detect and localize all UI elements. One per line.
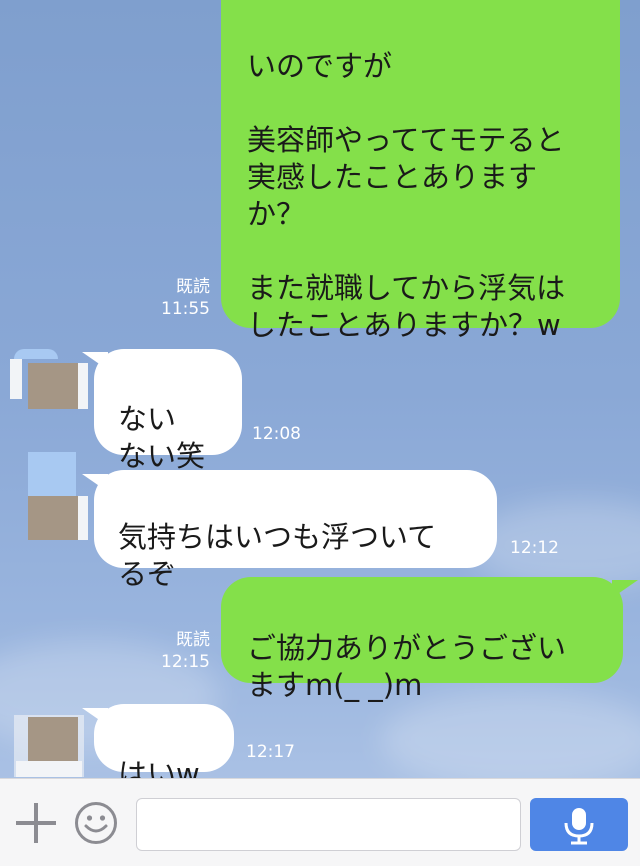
message-time: 12:15 bbox=[161, 652, 210, 672]
message-time: 11:55 bbox=[161, 299, 210, 319]
message-bubble[interactable]: ない ない笑 bbox=[94, 349, 242, 473]
read-status: 既読 bbox=[176, 630, 210, 650]
avatar[interactable] bbox=[8, 345, 88, 415]
message-bubble[interactable]: 気持ちはいつも浮ついて るぞ bbox=[94, 470, 497, 591]
message-meta: 既読 12:15 bbox=[140, 629, 210, 673]
plus-icon[interactable] bbox=[16, 803, 56, 843]
message-bubble[interactable]: はいw bbox=[94, 704, 234, 778]
message-time: 12:08 bbox=[252, 424, 301, 444]
read-status: 既読 bbox=[176, 277, 210, 297]
avatar[interactable] bbox=[8, 705, 84, 777]
smiley-icon[interactable] bbox=[74, 801, 118, 845]
message-time: 12:12 bbox=[510, 538, 559, 558]
background-cloud bbox=[380, 690, 640, 778]
voice-button[interactable] bbox=[530, 798, 628, 851]
message-text: はいw bbox=[118, 757, 200, 778]
message-bubble[interactable]: いのですが 美容師やっててモテると 実感したことありますか？ また就職してから浮… bbox=[221, 0, 620, 342]
message-meta: 既読 11:55 bbox=[140, 276, 210, 320]
message-input[interactable] bbox=[136, 798, 521, 851]
message-bubble[interactable]: ご協力ありがとうござい ますm(_ _)m bbox=[221, 577, 623, 702]
avatar[interactable] bbox=[8, 452, 88, 540]
message-time: 12:17 bbox=[246, 742, 295, 762]
chat-area[interactable]: いのですが 美容師やっててモテると 実感したことありますか？ また就職してから浮… bbox=[0, 0, 640, 778]
message-text: ない ない笑 bbox=[118, 402, 206, 473]
message-text: いのですが 美容師やっててモテると 実感したことありますか？ また就職してから浮… bbox=[247, 49, 566, 342]
input-bar bbox=[0, 778, 640, 866]
microphone-icon bbox=[564, 808, 594, 845]
